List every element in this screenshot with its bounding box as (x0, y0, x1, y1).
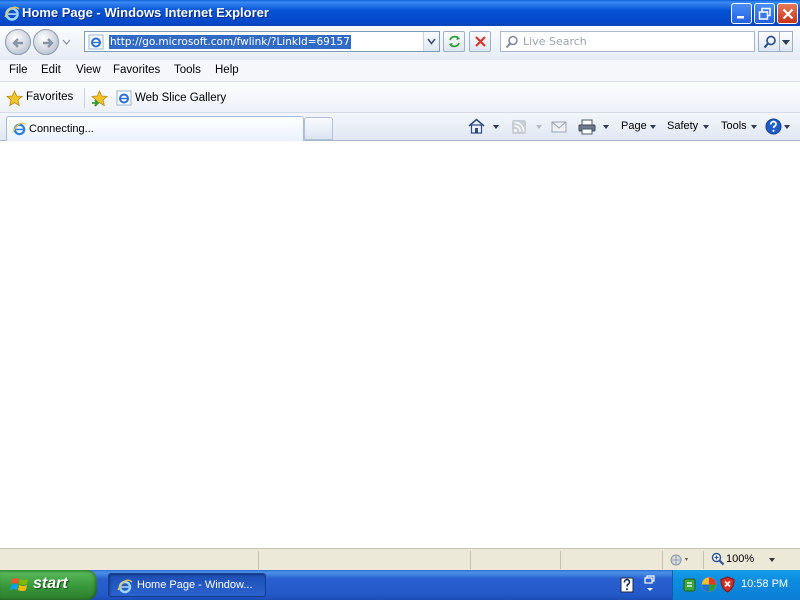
read-mail-button[interactable] (551, 118, 569, 136)
status-divider (470, 551, 471, 569)
new-tab-button[interactable] (304, 117, 333, 140)
security-center-tray-icon[interactable] (701, 576, 717, 596)
recent-pages-dropdown-icon[interactable] (62, 38, 71, 46)
page-dropdown-icon (650, 125, 656, 129)
internet-explorer-icon (4, 5, 20, 21)
tab-label: Connecting... (29, 123, 94, 135)
search-icon (505, 35, 519, 52)
taskbar-item-internet-explorer[interactable]: Home Page - Window... (108, 573, 266, 597)
page-ie-icon (88, 34, 104, 50)
menu-edit[interactable]: Edit (41, 64, 61, 76)
taskbar-item-label: Home Page - Window... (137, 579, 253, 591)
search-go-button[interactable] (758, 31, 780, 52)
menu-help[interactable]: Help (215, 64, 239, 76)
restore-windows-icon[interactable] (644, 575, 656, 596)
network-tray-icon[interactable] (682, 577, 697, 596)
close-icon (782, 8, 794, 20)
minimize-button[interactable] (731, 3, 752, 24)
caret-down-icon (782, 40, 790, 45)
stop-x-icon (475, 36, 486, 47)
tab-active[interactable]: Connecting... (6, 116, 304, 142)
address-url-text[interactable]: http://go.microsoft.com/fwlink/?LinkId=6… (109, 35, 351, 49)
page-menu-button[interactable]: Page (621, 118, 659, 136)
menu-view[interactable]: View (76, 64, 101, 76)
zoom-dropdown-icon[interactable] (769, 558, 775, 562)
close-button[interactable] (777, 3, 798, 24)
refresh-button[interactable] (443, 31, 465, 52)
restore-button[interactable] (754, 3, 775, 24)
chevron-down-icon (427, 38, 436, 45)
title-bar[interactable]: Home Page - Windows Internet Explorer (0, 0, 800, 26)
safety-menu-button[interactable]: Safety (667, 118, 712, 136)
minimize-icon (737, 16, 744, 19)
home-icon (468, 118, 485, 134)
protected-mode-icon[interactable] (668, 552, 690, 571)
status-bar: 100% (0, 548, 800, 570)
back-arrow-icon (12, 38, 23, 48)
forward-arrow-icon (43, 38, 54, 48)
feeds-dropdown-icon (536, 125, 542, 129)
magnifier-icon (763, 35, 776, 49)
web-slice-ie-icon (116, 90, 132, 109)
security-alert-shield-icon[interactable] (720, 576, 735, 596)
windows-logo-icon (10, 576, 30, 597)
favorites-star-icon[interactable] (6, 90, 23, 110)
tools-dropdown-icon (751, 125, 757, 129)
taskbar-ie-icon (117, 578, 133, 597)
status-divider (560, 551, 561, 569)
forward-button[interactable] (33, 29, 59, 55)
web-slice-gallery-link[interactable]: Web Slice Gallery (135, 92, 226, 104)
help-button[interactable] (765, 118, 793, 136)
printer-icon (578, 119, 596, 135)
print-dropdown-icon (603, 125, 609, 129)
menu-file[interactable]: File (9, 64, 28, 76)
start-button[interactable]: start (0, 570, 97, 600)
address-bar[interactable]: http://go.microsoft.com/fwlink/?LinkId=6… (84, 31, 440, 52)
feeds-button[interactable] (511, 118, 543, 136)
menu-bar: File Edit View Favorites Tools Help (0, 60, 800, 82)
taskbar: start Home Page - Window... 10:58 PM (0, 570, 800, 600)
safety-menu-label: Safety (667, 120, 699, 132)
safety-dropdown-icon (703, 125, 709, 129)
favorites-bar: Favorites Web Slice Gallery (0, 83, 800, 113)
print-button[interactable] (578, 118, 612, 136)
search-options-dropdown[interactable] (780, 31, 793, 52)
favorites-separator (84, 88, 85, 108)
page-content-area[interactable] (0, 141, 800, 548)
tab-ie-icon (12, 121, 27, 139)
status-divider (703, 551, 704, 569)
stop-button[interactable] (469, 31, 491, 52)
help-question-icon (765, 118, 782, 135)
taskbar-clock[interactable]: 10:58 PM (741, 578, 788, 590)
search-box[interactable]: Live Search (500, 31, 755, 52)
tools-menu-button[interactable]: Tools (721, 118, 759, 136)
back-button[interactable] (5, 29, 31, 55)
menu-tools[interactable]: Tools (174, 64, 201, 76)
navigation-toolbar: http://go.microsoft.com/fwlink/?LinkId=6… (0, 26, 800, 60)
zoom-level[interactable]: 100% (726, 553, 754, 565)
search-placeholder: Live Search (523, 35, 587, 48)
rss-feed-icon (512, 120, 526, 134)
tools-menu-label: Tools (721, 120, 747, 132)
home-dropdown-icon (493, 125, 499, 129)
system-tray: 10:58 PM (672, 570, 800, 600)
help-dropdown-icon (784, 125, 790, 129)
home-button[interactable] (468, 118, 502, 136)
restore-icon (758, 7, 771, 20)
status-divider (258, 551, 259, 569)
favorites-button-label[interactable]: Favorites (26, 91, 73, 103)
address-dropdown-button[interactable] (423, 32, 439, 51)
status-divider (662, 551, 663, 569)
zoom-icon[interactable] (711, 552, 725, 569)
help-tray-icon[interactable] (620, 577, 634, 596)
window-title: Home Page - Windows Internet Explorer (22, 5, 269, 20)
mail-icon (551, 121, 567, 133)
page-menu-label: Page (621, 120, 647, 132)
start-label: start (33, 575, 68, 592)
add-to-favorites-bar-icon[interactable] (91, 90, 109, 110)
refresh-icon (449, 35, 460, 48)
menu-favorites[interactable]: Favorites (113, 64, 160, 76)
